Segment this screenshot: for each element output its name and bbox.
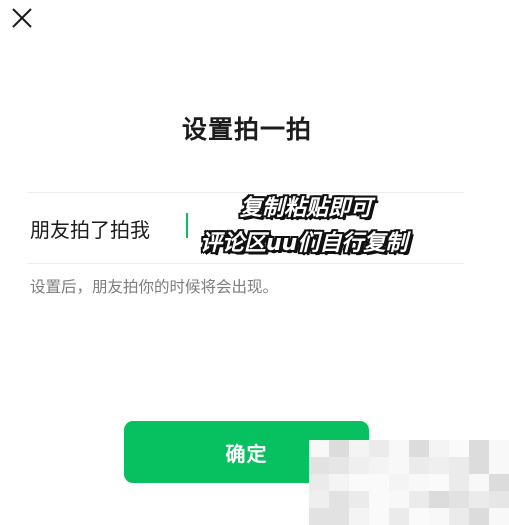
mosaic-cell xyxy=(329,491,349,508)
mosaic-cell xyxy=(329,457,349,474)
text-cursor xyxy=(186,213,188,238)
mosaic-cell xyxy=(389,457,409,474)
mosaic-cell xyxy=(309,474,329,491)
mosaic-cell xyxy=(389,491,409,508)
mosaic-cell xyxy=(309,457,329,474)
mosaic-cell xyxy=(369,491,389,508)
hint-text: 设置后，朋友拍你的时候将会出现。 xyxy=(30,278,279,296)
page-title: 设置拍一拍 xyxy=(181,115,312,144)
mosaic-cell xyxy=(469,474,489,491)
mosaic-cell xyxy=(489,440,509,457)
mosaic-cell xyxy=(489,508,509,525)
mosaic-cell xyxy=(469,457,489,474)
divider-bottom xyxy=(28,263,464,264)
mosaic-cell xyxy=(389,508,409,525)
mosaic-cell xyxy=(409,457,429,474)
mosaic-cell xyxy=(369,474,389,491)
mosaic-cell xyxy=(429,440,449,457)
mosaic-cell xyxy=(449,457,469,474)
mosaic-cell xyxy=(369,508,389,525)
mosaic-cell xyxy=(469,508,489,525)
mosaic-cell xyxy=(369,457,389,474)
mosaic-cell xyxy=(449,440,469,457)
mosaic-cell xyxy=(409,440,429,457)
mosaic-cell xyxy=(469,491,489,508)
mosaic-cell xyxy=(429,474,449,491)
mosaic-cell xyxy=(489,457,509,474)
mosaic-cell xyxy=(389,440,409,457)
row-label: 朋友拍了拍我 xyxy=(30,218,150,242)
mosaic-cell xyxy=(409,508,429,525)
mosaic-cell xyxy=(329,440,349,457)
mosaic-cell xyxy=(449,491,469,508)
mosaic-cell xyxy=(329,474,349,491)
mosaic-cell xyxy=(469,440,489,457)
mosaic-cell xyxy=(369,440,389,457)
mosaic-cell xyxy=(309,508,329,525)
mosaic-cell xyxy=(429,508,449,525)
mosaic-cell xyxy=(409,491,429,508)
mosaic-cell xyxy=(429,491,449,508)
mosaic-cell xyxy=(489,474,509,491)
mosaic-cell xyxy=(449,474,469,491)
close-button[interactable] xyxy=(8,4,36,32)
mosaic-cell xyxy=(349,474,369,491)
mosaic-cell xyxy=(309,491,329,508)
mosaic-cell xyxy=(349,491,369,508)
overlay-caption-line1: 复制粘贴即可 xyxy=(240,196,373,221)
mosaic-cell xyxy=(409,474,429,491)
mosaic-cell xyxy=(349,440,369,457)
watermark-mosaic xyxy=(309,440,509,525)
overlay-caption-line2: 评论区uu们自行复制 xyxy=(200,231,408,256)
mosaic-cell xyxy=(449,508,469,525)
mosaic-cell xyxy=(429,457,449,474)
mosaic-cell xyxy=(389,474,409,491)
close-icon xyxy=(12,8,32,28)
mosaic-cell xyxy=(489,491,509,508)
mosaic-cell xyxy=(329,508,349,525)
mosaic-cell xyxy=(349,508,369,525)
mosaic-cell xyxy=(349,457,369,474)
mosaic-cell xyxy=(309,440,329,457)
